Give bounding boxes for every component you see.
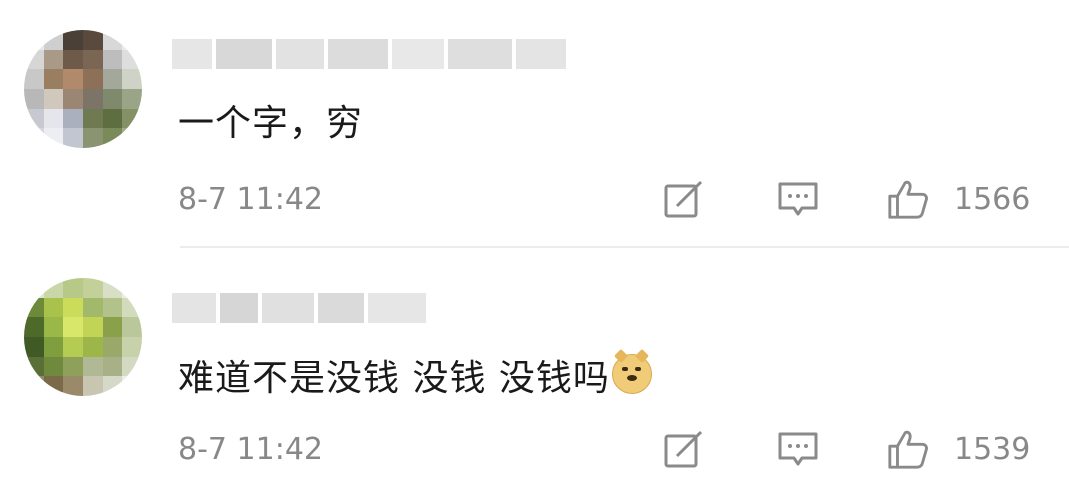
comment-icon[interactable] (776, 178, 820, 222)
timestamp: 8-7 11:42 (178, 432, 323, 467)
username-obscured[interactable] (172, 34, 566, 74)
comment-icon[interactable] (776, 428, 820, 472)
comment-text-content: 难道不是没钱 没钱 没钱吗 (178, 358, 610, 399)
avatar[interactable] (24, 278, 142, 396)
repost-icon[interactable] (662, 178, 706, 222)
thumbs-up-icon[interactable] (886, 178, 930, 222)
repost-icon[interactable] (662, 428, 706, 472)
comment-item: 一个字，穷 8-7 11:42 1566 (0, 0, 1069, 250)
comment-item: 难道不是没钱 没钱 没钱吗 8-7 11:42 1539 (0, 250, 1069, 500)
timestamp: 8-7 11:42 (178, 182, 323, 217)
doge-emoji (611, 348, 652, 394)
divider (180, 246, 1069, 248)
comment-text: 难道不是没钱 没钱 没钱吗 (178, 348, 652, 399)
comment-text: 一个字，穷 (178, 103, 364, 144)
avatar[interactable] (24, 30, 142, 148)
thumbs-up-icon[interactable] (886, 428, 930, 472)
like-count: 1539 (954, 432, 1031, 467)
username-obscured[interactable] (172, 288, 426, 328)
like-count: 1566 (954, 182, 1031, 217)
